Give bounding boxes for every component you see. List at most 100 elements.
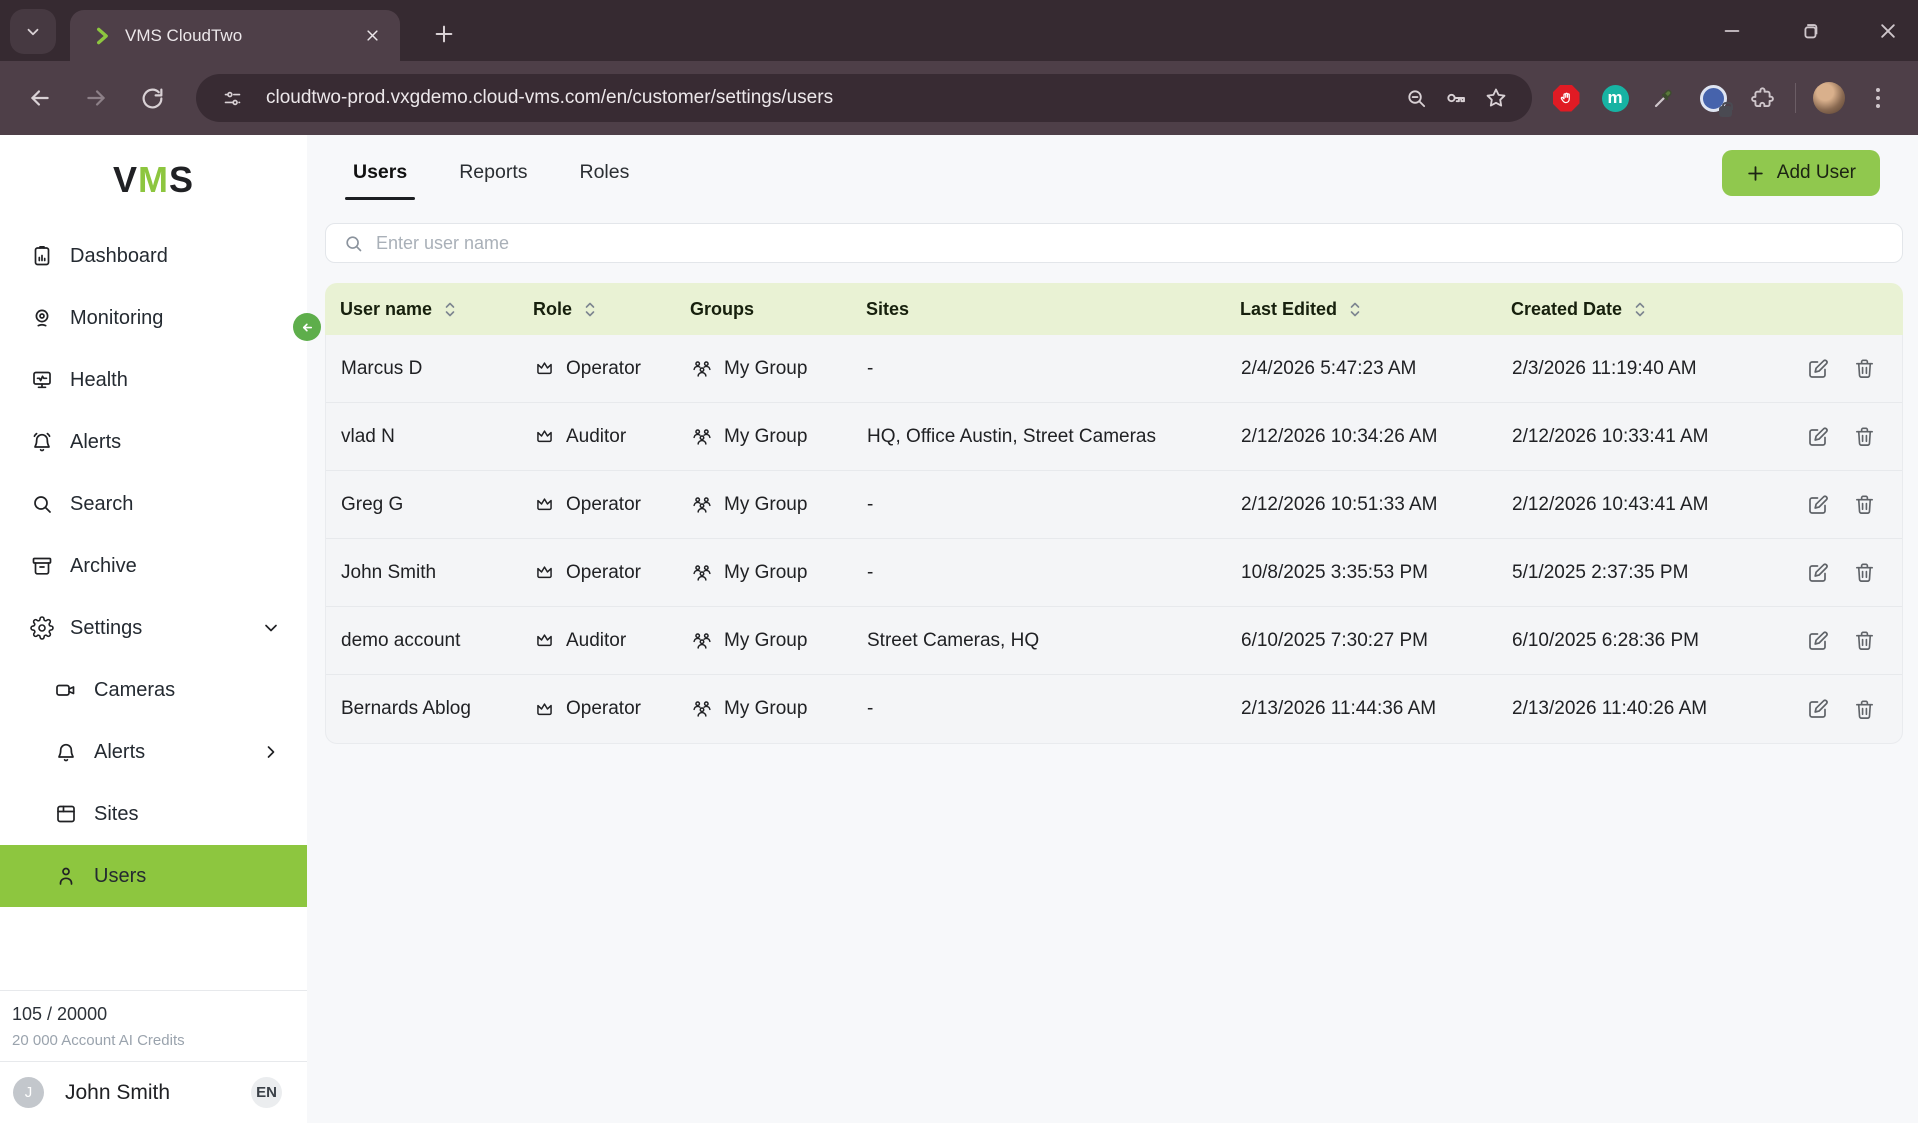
sidebar-item-search[interactable]: Search — [0, 473, 307, 535]
delete-user-button[interactable] — [1853, 627, 1876, 655]
sidebar-item-cameras[interactable]: Cameras — [0, 659, 307, 721]
sort-icon[interactable] — [584, 301, 596, 318]
row-actions — [1809, 423, 1902, 451]
search-input[interactable] — [325, 223, 1903, 263]
edit-user-button[interactable] — [1809, 491, 1830, 519]
browser-menu-icon[interactable] — [1862, 82, 1894, 114]
table-row[interactable]: Bernards Ablog Operator My Group - 2/13/… — [326, 675, 1902, 743]
delete-user-button[interactable] — [1853, 355, 1876, 383]
role-cell: Operator — [534, 358, 691, 380]
add-user-button[interactable]: Add User — [1722, 150, 1880, 196]
last-edited-cell: 2/13/2026 11:44:36 AM — [1241, 698, 1512, 720]
edit-user-button[interactable] — [1809, 627, 1830, 655]
sidebar-item-archive[interactable]: Archive — [0, 535, 307, 597]
bookmark-star-icon[interactable] — [1476, 78, 1516, 118]
created-date-cell: 5/1/2025 2:37:35 PM — [1512, 562, 1809, 584]
table-row[interactable]: vlad N Auditor My Group HQ, Office Austi… — [326, 403, 1902, 471]
extensions-area: m — [1550, 82, 1894, 114]
user-name-cell: Bernards Ablog — [326, 698, 534, 720]
delete-user-button[interactable] — [1853, 491, 1876, 519]
tab-roles[interactable]: Roles — [578, 161, 632, 200]
table-row[interactable]: Marcus D Operator My Group - 2/4/2026 5:… — [326, 335, 1902, 403]
browser-window: VMS CloudTwo — [0, 0, 1918, 1123]
search-icon — [30, 492, 54, 516]
eyedropper-icon[interactable] — [1648, 82, 1680, 114]
bell-icon — [54, 740, 78, 764]
site-settings-icon[interactable] — [212, 78, 252, 118]
chevron-right-icon — [261, 742, 281, 762]
col-created-date[interactable]: Created Date — [1511, 299, 1808, 320]
person-icon — [54, 864, 78, 888]
table-row[interactable]: John Smith Operator My Group - 10/8/2025… — [326, 539, 1902, 607]
edit-user-button[interactable] — [1809, 423, 1830, 451]
gear-icon — [30, 616, 54, 640]
sort-icon[interactable] — [1634, 301, 1646, 318]
sites-cell: - — [867, 562, 1241, 584]
col-user-name[interactable]: User name — [325, 299, 533, 320]
password-key-icon[interactable] — [1436, 78, 1476, 118]
delete-user-button[interactable] — [1853, 559, 1876, 587]
sidebar-item-users[interactable]: Users — [0, 845, 307, 907]
back-button[interactable] — [18, 76, 62, 120]
sidebar-item-dashboard[interactable]: Dashboard — [0, 225, 307, 287]
maximize-button[interactable] — [1794, 15, 1826, 47]
role-cell: Auditor — [534, 630, 691, 652]
adblock-hand-icon[interactable] — [1550, 82, 1582, 114]
tab-title: VMS CloudTwo — [125, 26, 358, 46]
extension-m-icon[interactable]: m — [1599, 82, 1631, 114]
sidebar-item-monitoring[interactable]: Monitoring — [0, 287, 307, 349]
language-selector[interactable]: EN — [251, 1077, 282, 1108]
people-group-icon — [691, 698, 713, 720]
forward-button[interactable] — [74, 76, 118, 120]
col-role[interactable]: Role — [533, 299, 690, 320]
extensions-puzzle-icon[interactable] — [1746, 82, 1778, 114]
password-manager-icon[interactable] — [1697, 82, 1729, 114]
sites-cell: HQ, Office Austin, Street Cameras — [867, 426, 1241, 448]
reload-button[interactable] — [130, 76, 174, 120]
edit-user-button[interactable] — [1809, 695, 1830, 723]
tab-reports[interactable]: Reports — [457, 161, 529, 200]
tab-search-button[interactable] — [10, 9, 56, 54]
webcam-icon — [30, 306, 54, 330]
lock-icon — [1719, 106, 1732, 117]
site-favicon — [92, 26, 112, 46]
browser-profile-avatar[interactable] — [1813, 82, 1845, 114]
account-row[interactable]: J John Smith EN — [0, 1061, 307, 1123]
sidebar-item-alerts-settings[interactable]: Alerts — [0, 721, 307, 783]
video-camera-icon — [54, 678, 78, 702]
tab-close-button[interactable] — [358, 22, 386, 50]
plus-icon — [1746, 164, 1765, 183]
edit-user-button[interactable] — [1809, 559, 1830, 587]
last-edited-cell: 2/12/2026 10:34:26 AM — [1241, 426, 1512, 448]
last-edited-cell: 2/4/2026 5:47:23 AM — [1241, 358, 1512, 380]
delete-user-button[interactable] — [1853, 423, 1876, 451]
zoom-out-icon[interactable] — [1396, 78, 1436, 118]
credits-usage: 105 / 20000 — [12, 1004, 307, 1025]
close-window-button[interactable] — [1872, 15, 1904, 47]
sort-icon[interactable] — [1349, 301, 1361, 318]
new-tab-button[interactable] — [424, 14, 464, 54]
sidebar-item-alerts[interactable]: Alerts — [0, 411, 307, 473]
delete-user-button[interactable] — [1853, 695, 1876, 723]
col-last-edited[interactable]: Last Edited — [1240, 299, 1511, 320]
minimize-button[interactable] — [1716, 15, 1748, 47]
created-date-cell: 2/3/2026 11:19:40 AM — [1512, 358, 1809, 380]
sidebar-collapse-button[interactable] — [293, 313, 321, 341]
table-row[interactable]: demo account Auditor My Group Street Cam… — [326, 607, 1902, 675]
url-bar[interactable]: cloudtwo-prod.vxgdemo.cloud-vms.com/en/c… — [196, 74, 1532, 122]
groups-cell: My Group — [691, 562, 867, 584]
crown-role-icon — [534, 358, 555, 379]
tab-users[interactable]: Users — [351, 161, 409, 200]
col-sites: Sites — [866, 299, 1240, 320]
sidebar-item-health[interactable]: Health — [0, 349, 307, 411]
browser-tab[interactable]: VMS CloudTwo — [70, 10, 400, 61]
col-groups: Groups — [690, 299, 866, 320]
crown-role-icon — [534, 699, 555, 720]
sidebar-item-sites[interactable]: Sites — [0, 783, 307, 845]
sidebar-item-settings[interactable]: Settings — [0, 597, 307, 659]
table-row[interactable]: Greg G Operator My Group - 2/12/2026 10:… — [326, 471, 1902, 539]
user-name-cell: Greg G — [326, 494, 534, 516]
user-name: John Smith — [65, 1081, 251, 1105]
edit-user-button[interactable] — [1809, 355, 1830, 383]
sort-icon[interactable] — [444, 301, 456, 318]
